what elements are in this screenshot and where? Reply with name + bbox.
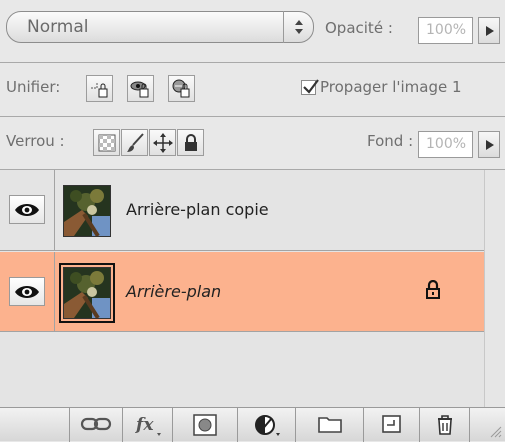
delete-layer-icon [437, 415, 452, 435]
lock-position-button[interactable] [149, 129, 176, 156]
lock-transparency-button[interactable] [93, 129, 120, 156]
brush-icon [127, 133, 144, 152]
opacity-slider-button[interactable] [478, 17, 500, 44]
play-arrow-icon [486, 26, 494, 36]
layer-thumbnail [59, 263, 115, 323]
list-scroll-area[interactable] [484, 170, 505, 407]
layer-row-selected[interactable]: Arrière-plan [0, 252, 505, 332]
palm-tree-image [64, 268, 110, 318]
blend-mode-stepper[interactable] [283, 11, 313, 43]
unify-style-button[interactable] [168, 75, 195, 102]
new-group-icon [317, 417, 342, 433]
layer-name[interactable]: Arrière-plan [126, 282, 221, 301]
play-arrow-icon [486, 140, 494, 150]
adjustment-layer-button[interactable] [237, 408, 295, 442]
opacity-field[interactable]: 100% [418, 17, 473, 44]
fill-slider-button[interactable] [478, 131, 500, 158]
unify-visibility-button[interactable] [127, 75, 154, 102]
layer-name[interactable]: Arrière-plan copie [126, 200, 269, 219]
svg-text:fx: fx [135, 415, 154, 435]
layer-style-button[interactable]: fx [122, 408, 172, 442]
new-group-button[interactable] [295, 408, 363, 442]
unify-position-icon [91, 82, 108, 98]
padlock-icon [185, 134, 197, 151]
blend-mode-row: Normal Opacité : 100% [0, 0, 505, 62]
layer-mask-icon [193, 414, 217, 436]
layer-thumbnail [63, 185, 111, 237]
eye-icon [15, 286, 39, 298]
up-down-arrows-icon [295, 20, 303, 34]
propagate-frame-label: Propager l'image 1 [320, 78, 462, 96]
visibility-toggle[interactable] [9, 195, 45, 224]
layer-row[interactable]: Arrière-plan copie [0, 170, 505, 251]
visibility-toggle[interactable] [9, 277, 45, 306]
adjustment-layer-icon [254, 415, 280, 436]
layer-lock-icon [426, 280, 440, 299]
lock-label: Verrou : [6, 132, 65, 150]
unify-style-icon [172, 79, 190, 98]
blend-mode-value: Normal [27, 17, 89, 37]
resize-grip-icon[interactable] [488, 424, 502, 438]
layer-style-fx-icon: fx [135, 415, 161, 436]
visibility-cell[interactable] [0, 170, 55, 250]
delete-layer-button[interactable] [419, 408, 470, 442]
new-layer-button[interactable] [363, 408, 419, 442]
new-layer-icon [381, 415, 401, 433]
lock-pixels-button[interactable] [121, 129, 148, 156]
add-mask-button[interactable] [172, 408, 237, 442]
unify-row: Unifier: Propager l'image 1 [0, 63, 505, 116]
unify-position-button[interactable] [86, 75, 113, 102]
opacity-label: Opacité : [325, 19, 393, 37]
link-layers-button[interactable] [69, 408, 122, 442]
palm-tree-image [64, 186, 110, 236]
move-arrows-icon [153, 133, 173, 153]
layers-panel: Normal Opacité : 100% Unifier: Propager … [0, 0, 505, 442]
link-layers-icon [80, 417, 112, 431]
layers-toolbar: fx [0, 407, 505, 442]
fill-field[interactable]: 100% [418, 131, 473, 158]
layers-list: Arrière-plan copie Arrière-plan [0, 170, 505, 407]
eye-icon [15, 204, 39, 216]
lock-all-button[interactable] [177, 129, 204, 156]
propagate-frame-checkbox[interactable] [301, 79, 319, 95]
unify-label: Unifier: [6, 78, 61, 96]
visibility-cell[interactable] [0, 252, 55, 331]
checkmark-icon [303, 79, 319, 94]
unify-visibility-icon [130, 81, 149, 98]
blend-mode-select[interactable]: Normal [6, 11, 314, 43]
lock-transparency-icon [98, 134, 116, 152]
fill-label: Fond : [367, 132, 414, 150]
lock-row: Verrou : Fond: 100% [0, 117, 505, 169]
